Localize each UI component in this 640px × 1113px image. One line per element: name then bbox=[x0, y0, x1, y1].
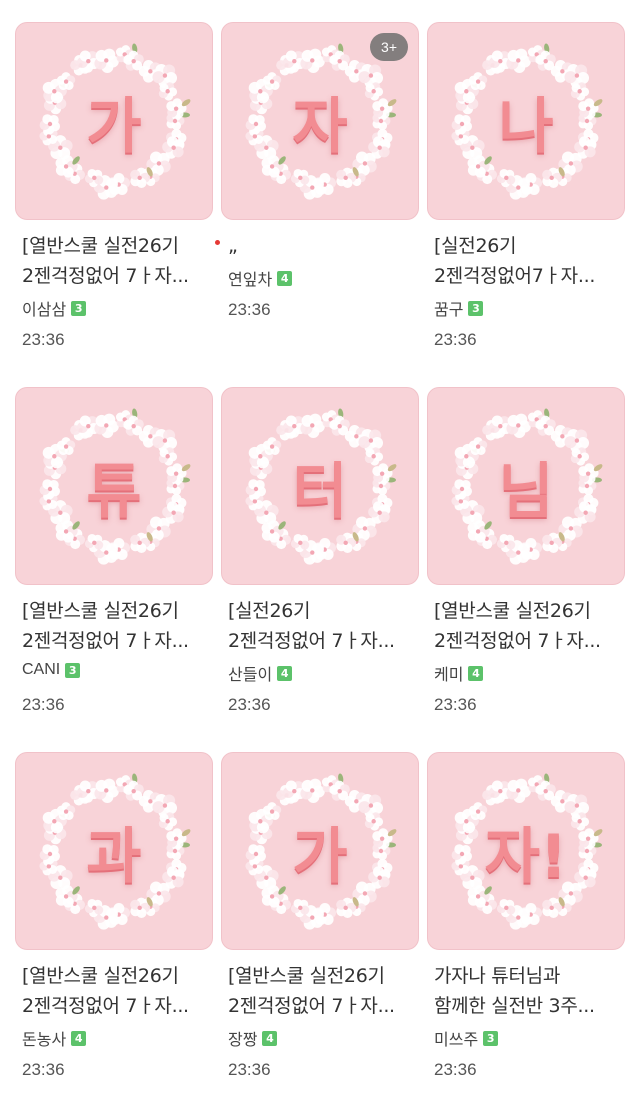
post-time: 23:36 bbox=[228, 695, 271, 714]
member-level-badge: 4 bbox=[262, 1030, 278, 1046]
author-name: 케미 bbox=[434, 667, 464, 684]
post-author[interactable]: CANI 3 bbox=[22, 661, 81, 679]
post-title[interactable]: [열반스쿨 실전26기 2젠걱정없어 7ㅏ자... bbox=[434, 596, 624, 656]
post-title-line: 2젠걱정없어 7ㅏ자... bbox=[22, 265, 189, 287]
post-title-line: [열반스쿨 실전26기 bbox=[22, 235, 179, 257]
post-time: 23:36 bbox=[22, 330, 65, 349]
post-title-line: [열반스쿨 실전26기 bbox=[22, 600, 179, 622]
post-title-line: 2젠걱정없어 7ㅏ자... bbox=[228, 995, 395, 1017]
post-author[interactable]: 이삼삼 3 bbox=[22, 296, 87, 320]
member-level-badge: 3 bbox=[468, 300, 484, 316]
post-thumbnail[interactable]: 나 bbox=[427, 22, 625, 220]
post-thumbnail[interactable]: 자 3+ bbox=[221, 22, 419, 220]
post-title-line: 2젠걱정없어7ㅏ자... bbox=[434, 265, 596, 287]
thumbnail-glyph: 튜 bbox=[86, 456, 142, 527]
post-time: 23:36 bbox=[22, 1060, 65, 1079]
post-thumbnail[interactable]: 터 bbox=[221, 387, 419, 585]
author-name: 돈농사 bbox=[22, 1032, 67, 1049]
post-title-line: [열반스쿨 실전26기 bbox=[434, 600, 591, 622]
post-time: 23:36 bbox=[434, 330, 477, 349]
post-author[interactable]: 케미 4 bbox=[434, 661, 484, 685]
post-title-line: [실전26기 bbox=[434, 235, 517, 257]
post-title[interactable]: 가자나 튜터님과함께한 실전반 3주... bbox=[434, 961, 624, 1021]
thumbnail-glyph: 나 bbox=[498, 91, 554, 162]
member-level-badge: 3 bbox=[483, 1030, 499, 1046]
author-name: CANI bbox=[22, 661, 61, 678]
post-author[interactable]: 연잎차 4 bbox=[228, 266, 293, 290]
author-name: 미쓰주 bbox=[434, 1032, 479, 1049]
post-title[interactable]: [열반스쿨 실전26기 2젠걱정없어 7ㅏ자... bbox=[22, 961, 212, 1021]
author-name: 연잎차 bbox=[228, 272, 273, 289]
member-level-badge: 4 bbox=[277, 270, 293, 286]
post-time: 23:36 bbox=[228, 300, 271, 319]
post-title[interactable]: [실전26기 2젠걱정없어7ㅏ자... bbox=[434, 231, 624, 291]
post-thumbnail[interactable]: 과 bbox=[15, 752, 213, 950]
author-name: 장짱 bbox=[228, 1032, 258, 1049]
thumbnail-glyph: 과 bbox=[86, 821, 142, 892]
post-title-line: 2젠걱정없어 7ㅏ자... bbox=[228, 630, 395, 652]
post-author[interactable]: 산들이 4 bbox=[228, 661, 293, 685]
post-title-line: 2젠걱정없어 7ㅏ자... bbox=[22, 630, 189, 652]
post-thumbnail[interactable]: 자! bbox=[427, 752, 625, 950]
post-time: 23:36 bbox=[434, 1060, 477, 1079]
post-title-line: 2젠걱정없어 7ㅏ자... bbox=[22, 995, 189, 1017]
member-level-badge: 3 bbox=[71, 300, 87, 316]
author-name: 산들이 bbox=[228, 667, 273, 684]
post-title-line: 2젠걱정없어 7ㅏ자... bbox=[434, 630, 601, 652]
post-title-line: 함께한 실전반 3주... bbox=[434, 995, 595, 1017]
post-thumbnail[interactable]: 튜 bbox=[15, 387, 213, 585]
post-title[interactable]: „ bbox=[228, 231, 418, 261]
post-title-line: [실전26기 bbox=[228, 600, 311, 622]
post-title-line: [열반스쿨 실전26기 bbox=[22, 965, 179, 987]
post-author[interactable]: 장짱 4 bbox=[228, 1026, 278, 1050]
thumbnail-glyph: 터 bbox=[292, 456, 348, 527]
thumbnail-glyph: 님 bbox=[498, 456, 554, 527]
new-dot-icon bbox=[215, 240, 220, 245]
thumbnail-glyph: 가 bbox=[86, 91, 142, 162]
post-time: 23:36 bbox=[228, 1060, 271, 1079]
post-title[interactable]: [열반스쿨 실전26기 2젠걱정없어 7ㅏ자... bbox=[228, 961, 418, 1021]
post-thumbnail[interactable]: 님 bbox=[427, 387, 625, 585]
member-level-badge: 4 bbox=[277, 665, 293, 681]
member-level-badge: 3 bbox=[65, 662, 81, 678]
thumbnail-glyph: 가 bbox=[292, 821, 348, 892]
post-title[interactable]: [실전26기 2젠걱정없어 7ㅏ자... bbox=[228, 596, 418, 656]
author-name: 꿈구 bbox=[434, 302, 464, 319]
post-time: 23:36 bbox=[434, 695, 477, 714]
post-title[interactable]: [열반스쿨 실전26기 2젠걱정없어 7ㅏ자... bbox=[22, 596, 212, 656]
post-title[interactable]: [열반스쿨 실전26기 2젠걱정없어 7ㅏ자... bbox=[22, 231, 212, 291]
post-author[interactable]: 돈농사 4 bbox=[22, 1026, 87, 1050]
post-thumbnail[interactable]: 가 bbox=[15, 22, 213, 220]
thumbnail-glyph: 자! bbox=[484, 821, 568, 892]
post-title-line: „ bbox=[228, 235, 238, 257]
member-level-badge: 4 bbox=[71, 1030, 87, 1046]
post-author[interactable]: 미쓰주 3 bbox=[434, 1026, 499, 1050]
post-thumbnail[interactable]: 가 bbox=[221, 752, 419, 950]
image-count-badge: 3+ bbox=[370, 33, 408, 61]
author-name: 이삼삼 bbox=[22, 302, 67, 319]
post-title-line: [열반스쿨 실전26기 bbox=[228, 965, 385, 987]
post-time: 23:36 bbox=[22, 695, 65, 714]
member-level-badge: 4 bbox=[468, 665, 484, 681]
post-author[interactable]: 꿈구 3 bbox=[434, 296, 484, 320]
post-title-line: 가자나 튜터님과 bbox=[434, 965, 561, 987]
